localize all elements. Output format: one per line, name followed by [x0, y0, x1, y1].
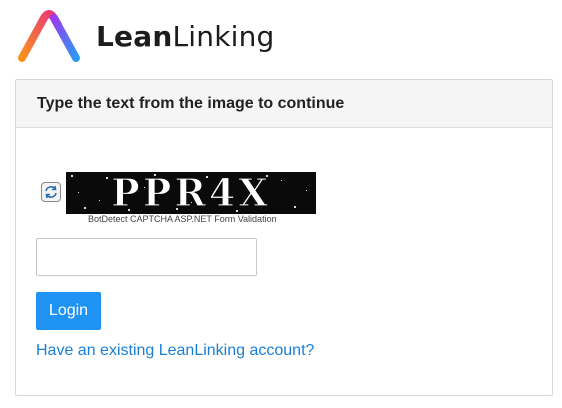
login-button[interactable]: Login [36, 292, 101, 330]
existing-account-link[interactable]: Have an existing LeanLinking account? [36, 342, 314, 360]
captcha-input[interactable] [36, 238, 257, 276]
brand-name: LeanLinking [96, 20, 275, 53]
captcha-area: PPR4X BotDetect CAPTCHA ASP.NET Form Val… [41, 172, 321, 227]
brand-name-bold: Lean [96, 20, 173, 53]
reload-icon [45, 185, 57, 199]
captcha-caption: BotDetect CAPTCHA ASP.NET Form Validatio… [88, 214, 277, 224]
captcha-reload-button[interactable] [41, 182, 61, 202]
captcha-panel: Type the text from the image to continue [15, 79, 553, 396]
captcha-image: PPR4X [66, 172, 316, 214]
panel-heading: Type the text from the image to continue [16, 80, 552, 128]
captcha-text: PPR4X [111, 172, 271, 214]
site-header: LeanLinking [14, 6, 314, 70]
brand-name-light: Linking [172, 20, 275, 53]
leanlinking-logo-icon [18, 10, 80, 67]
